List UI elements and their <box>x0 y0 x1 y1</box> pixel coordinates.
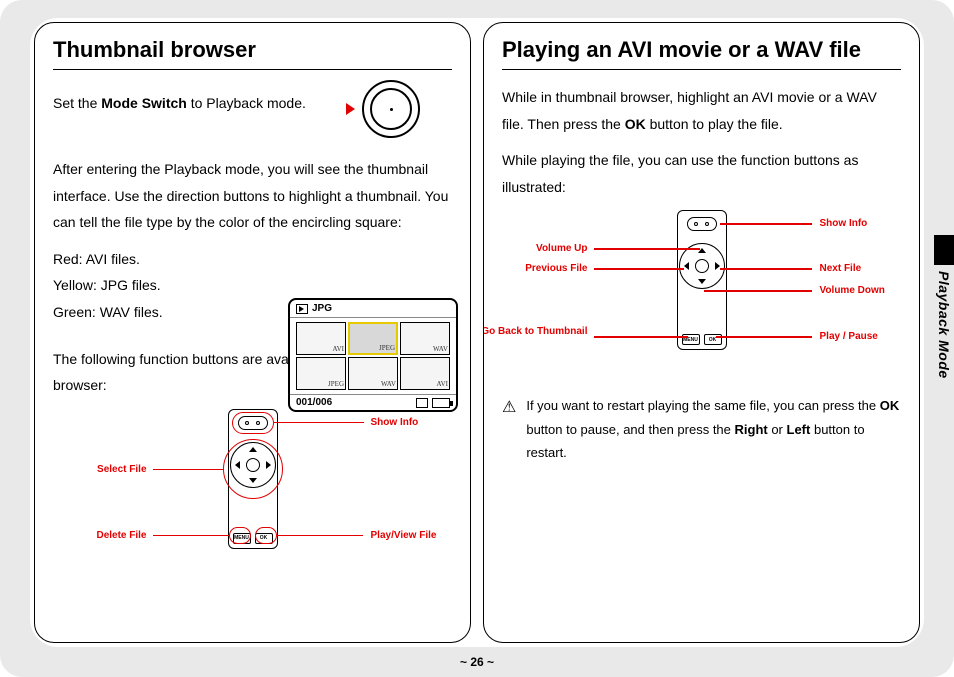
arrow-down-icon <box>698 279 706 284</box>
info-button-icon <box>687 217 717 231</box>
section-tab: Playback Mode <box>934 235 954 380</box>
thumb-tag: JPEG <box>328 380 344 388</box>
arrow-left-icon <box>235 461 240 469</box>
arrow-down-icon <box>249 478 257 483</box>
right-panel: Playing an AVI movie or a WAV file While… <box>483 22 920 643</box>
text: button to pause, and then press the <box>526 422 734 437</box>
anno-previous-file: Previous File <box>525 263 587 274</box>
callout-line <box>720 268 812 270</box>
dial-inner <box>370 88 412 130</box>
text: OK <box>880 398 900 413</box>
anno-play-pause: Play / Pause <box>820 331 878 342</box>
anno-show-info: Show Info <box>820 218 868 229</box>
thumb-tag: AVI <box>332 345 344 353</box>
mode-switch-label: Mode Switch <box>101 95 187 111</box>
yellow-legend: Yellow: JPG files. <box>53 272 452 299</box>
remote-diagram-left: MENU OK Show Info Select File Delete Fil… <box>53 409 452 564</box>
mode-switch-instruction: Set the Mode Switch to Playback mode. <box>53 90 306 117</box>
menu-button-icon: MENU <box>233 533 251 544</box>
mode-switch-block: Set the Mode Switch to Playback mode. <box>53 84 452 144</box>
lcd-top-bar: JPG <box>290 300 456 318</box>
dial-dot <box>390 108 393 111</box>
remote-body: MENU OK <box>677 210 727 350</box>
text: If you want to restart playing the same … <box>526 398 879 413</box>
remote-body: MENU OK <box>228 409 278 549</box>
dpad-center <box>695 259 709 273</box>
lcd-screen-diagram: JPG AVI JPEG WAV JPEG WAV AVI 001/006 <box>288 298 458 412</box>
text: button to play the file. <box>646 116 783 132</box>
lcd-status-icons <box>416 398 450 408</box>
callout-line <box>153 469 223 471</box>
text: Left <box>787 422 811 437</box>
callout-line <box>704 290 812 292</box>
playback-icon <box>296 304 308 314</box>
callout-line <box>716 336 812 338</box>
manual-page: Thumbnail browser Set the Mode Switch to… <box>0 0 954 677</box>
lcd-status-bar: 001/006 <box>290 394 456 410</box>
right-title: Playing an AVI movie or a WAV file <box>502 37 901 70</box>
lcd-thumbnail-grid: AVI JPEG WAV JPEG WAV AVI <box>290 318 456 394</box>
arrow-up-icon <box>249 447 257 452</box>
callout-line <box>277 535 363 537</box>
red-legend: Red: AVI files. <box>53 246 452 273</box>
thumb-cell: WAV <box>400 322 450 355</box>
right-para1: While in thumbnail browser, highlight an… <box>502 84 901 137</box>
callout-line <box>720 223 812 225</box>
dpad-center <box>246 458 260 472</box>
right-para2: While playing the file, you can use the … <box>502 147 901 200</box>
warning-icon: ⚠ <box>502 394 516 464</box>
anno-play-view: Play/View File <box>371 530 437 541</box>
thumb-cell: AVI <box>296 322 346 355</box>
section-tab-marker <box>934 235 954 265</box>
anno-go-back: Go Back to Thumbnail <box>483 326 588 338</box>
left-panel: Thumbnail browser Set the Mode Switch to… <box>34 22 471 643</box>
thumb-tag: WAV <box>433 345 448 353</box>
text: to Playback mode. <box>187 95 306 111</box>
thumbnail-description: After entering the Playback mode, you wi… <box>53 156 452 236</box>
arrow-left-icon <box>684 262 689 270</box>
ok-label: OK <box>625 116 646 132</box>
callout-line <box>153 535 230 537</box>
thumb-cell: WAV <box>348 357 398 390</box>
note-text: If you want to restart playing the same … <box>526 394 901 464</box>
section-tab-label: Playback Mode <box>936 271 952 379</box>
note-block: ⚠ If you want to restart playing the sam… <box>502 394 901 464</box>
text: Right <box>735 422 768 437</box>
thumb-cell: AVI <box>400 357 450 390</box>
remote-bottom-row: MENU OK <box>233 533 273 544</box>
callout-line <box>594 336 688 338</box>
thumb-cell: JPEG <box>296 357 346 390</box>
anno-select-file: Select File <box>97 464 146 475</box>
thumb-tag: JPEG <box>379 344 395 352</box>
arrow-right-icon <box>266 461 271 469</box>
anno-show-info: Show Info <box>371 417 419 428</box>
thumb-tag: WAV <box>381 380 396 388</box>
card-icon <box>416 398 428 408</box>
callout-line <box>274 422 364 424</box>
lcd-format-label: JPG <box>312 303 332 314</box>
callout-line <box>594 248 700 250</box>
text: or <box>768 422 787 437</box>
mode-dial-icon <box>362 80 420 138</box>
callout-line <box>594 268 684 270</box>
thumb-cell-selected: JPEG <box>348 322 398 355</box>
text: Set the <box>53 95 101 111</box>
dpad-icon <box>230 442 276 488</box>
anno-volume-up: Volume Up <box>536 243 587 254</box>
remote-diagram-right: MENU OK Show Info Volume Up Previous Fil… <box>502 210 901 370</box>
page-number: ~ 26 ~ <box>0 655 954 669</box>
anno-delete-file: Delete File <box>96 530 146 541</box>
lcd-counter: 001/006 <box>296 397 332 408</box>
content-area: Thumbnail browser Set the Mode Switch to… <box>30 18 924 647</box>
dpad-icon <box>679 243 725 289</box>
thumb-tag: AVI <box>436 380 448 388</box>
anno-volume-down: Volume Down <box>820 285 885 296</box>
anno-next-file: Next File <box>820 263 862 274</box>
left-title: Thumbnail browser <box>53 37 452 70</box>
battery-icon <box>432 398 450 408</box>
info-button-icon <box>238 416 268 430</box>
pointer-icon <box>346 103 355 115</box>
ok-button-icon: OK <box>255 533 273 544</box>
